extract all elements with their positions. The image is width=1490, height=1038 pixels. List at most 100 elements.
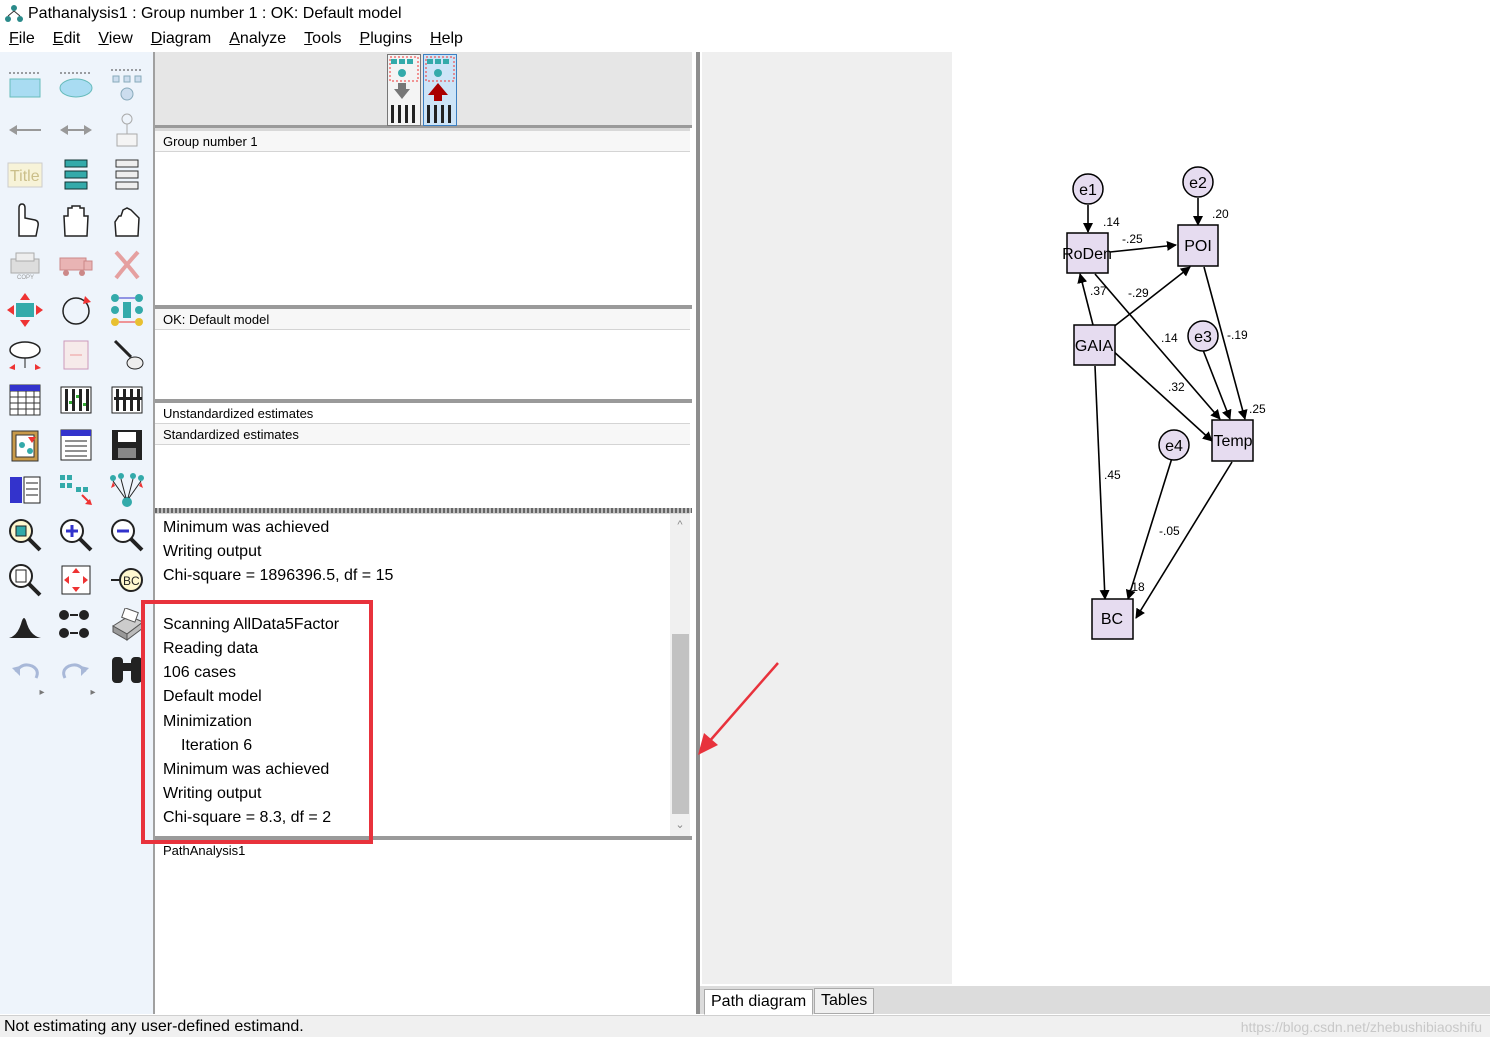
specification-search-icon[interactable] [107, 650, 147, 690]
view-switch-bar [155, 52, 692, 128]
log-line: Iteration 6 [181, 736, 253, 754]
single-arrow-icon[interactable] [5, 110, 45, 150]
model-item[interactable]: OK: Default model [155, 309, 690, 330]
estimate-item-standardized[interactable]: Standardized estimates [155, 424, 690, 445]
coef-label: .18 [1128, 580, 1145, 594]
move-parameter-icon[interactable] [5, 335, 45, 375]
menu-bar: File Edit View Diagram Analyze Tools Plu… [0, 28, 1490, 50]
title-tool-label: Title [10, 168, 40, 185]
list-variables-icon[interactable] [56, 155, 96, 195]
fit-page-icon[interactable] [56, 560, 96, 600]
coef-label: .14 [1161, 331, 1178, 345]
log-line: Reading data [163, 640, 259, 657]
zoom-area-icon[interactable] [5, 515, 45, 555]
log-line: Minimum was achieved [163, 519, 330, 536]
amos-app-icon [5, 5, 23, 22]
zoom-out-icon[interactable] [107, 515, 147, 555]
file-item[interactable]: PathAnalysis1 [155, 840, 690, 861]
path-gaia-roden [1077, 273, 1094, 326]
data-files-icon[interactable] [5, 380, 45, 420]
menu-help[interactable]: Help [430, 30, 463, 48]
canvas-tabs: Path diagram Tables [696, 986, 1490, 1015]
toolbox-expand-right-icon[interactable]: ▸ [73, 682, 113, 702]
move-icon[interactable] [56, 245, 96, 285]
copy-clipboard-icon[interactable] [5, 425, 45, 465]
coef-label: .20 [1212, 207, 1229, 221]
error-label-e1: e1 [1079, 182, 1097, 199]
menu-analyze[interactable]: Analyze [229, 30, 286, 48]
estimate-item-unstandardized[interactable]: Unstandardized estimates [155, 403, 690, 424]
scroll-thumb[interactable] [672, 634, 689, 814]
double-arrow-icon[interactable] [56, 110, 96, 150]
error-label-e3: e3 [1194, 329, 1212, 346]
node-label-gaia: GAIA [1075, 338, 1114, 355]
status-bar: Not estimating any user-defined estimand… [0, 1015, 1490, 1037]
view-output-button[interactable] [423, 54, 457, 126]
coef-label: -.05 [1159, 524, 1180, 538]
rectangle-icon[interactable] [5, 66, 45, 106]
model-panel: Group number 1 OK: Default model Unstand… [153, 52, 692, 1014]
coef-label: .32 [1168, 380, 1185, 394]
copy-icon[interactable]: COPY [5, 245, 45, 285]
title-bar: Pathanalysis1 : Group number 1 : OK: Def… [0, 0, 1490, 28]
status-text: Not estimating any user-defined estimand… [4, 1018, 304, 1035]
ellipse-icon[interactable] [56, 66, 96, 106]
erase-icon[interactable] [107, 245, 147, 285]
menu-diagram[interactable]: Diagram [151, 30, 211, 48]
view-input-button[interactable] [387, 54, 421, 126]
node-label-temp: Temp [1213, 433, 1252, 450]
loupe-icon[interactable]: BC [107, 560, 147, 600]
preserve-symmetry-icon[interactable] [107, 470, 147, 510]
menu-plugins[interactable]: Plugins [360, 30, 412, 48]
resize-icon[interactable] [5, 290, 45, 330]
multiple-group-icon[interactable] [56, 605, 96, 645]
reflect-icon[interactable] [107, 290, 147, 330]
title-icon[interactable]: Title [5, 155, 45, 195]
log-line: Scanning AllData5Factor [163, 615, 340, 633]
coef-label: .37 [1090, 284, 1107, 298]
menu-view[interactable]: View [98, 30, 132, 48]
tab-path-diagram[interactable]: Path diagram [704, 989, 814, 1015]
bayesian-icon[interactable] [5, 605, 45, 645]
calculate-estimates-icon[interactable] [107, 380, 147, 420]
toolbox-expand-left-icon[interactable]: ▸ [22, 682, 62, 702]
coef-label: -.19 [1227, 328, 1248, 342]
path-gaia-temp [1111, 349, 1213, 442]
list-dataset-icon[interactable] [107, 155, 147, 195]
object-properties-icon[interactable] [5, 470, 45, 510]
path-e3-temp [1202, 349, 1232, 420]
select-one-icon[interactable] [5, 200, 45, 240]
group-item[interactable]: Group number 1 [155, 131, 690, 152]
menu-tools[interactable]: Tools [304, 30, 341, 48]
menu-edit[interactable]: Edit [53, 30, 81, 48]
deselect-all-icon[interactable] [107, 200, 147, 240]
window-title: Pathanalysis1 : Group number 1 : OK: Def… [28, 5, 402, 22]
analysis-properties-icon[interactable] [56, 380, 96, 420]
menu-file[interactable]: File [9, 30, 35, 48]
coef-label: .25 [1249, 402, 1266, 416]
path-gaia-poi [1111, 266, 1191, 329]
drag-properties-icon[interactable] [56, 470, 96, 510]
touch-up-icon[interactable] [107, 335, 147, 375]
log-scrollbar[interactable]: ^ ⌄ [670, 514, 690, 836]
zoom-in-icon[interactable] [56, 515, 96, 555]
indicator-icon[interactable] [107, 66, 147, 106]
path-diagram-canvas[interactable]: e1 e2 e3 e4 RoDen POI GAIA Temp BC .14 -… [696, 52, 1490, 986]
svg-text:BC: BC [123, 574, 140, 588]
scroll-down-icon[interactable]: ⌄ [670, 816, 690, 834]
log-line: Chi-square = 1896396.5, df = 15 [163, 567, 394, 585]
log-line: Chi-square = 8.3, df = 2 [163, 809, 332, 827]
unique-variable-icon[interactable] [107, 110, 147, 150]
view-text-icon[interactable] [56, 425, 96, 465]
scroll-icon[interactable] [56, 335, 96, 375]
tab-tables[interactable]: Tables [814, 988, 875, 1014]
zoom-page-icon[interactable] [5, 560, 45, 600]
rotate-icon[interactable] [56, 290, 96, 330]
watermark-text: https://blog.csdn.net/zhebushibiaoshifu [1240, 1019, 1482, 1035]
select-all-icon[interactable] [56, 200, 96, 240]
scroll-up-icon[interactable]: ^ [670, 516, 690, 534]
annotation-arrow [698, 662, 779, 755]
print-icon[interactable] [107, 605, 147, 645]
coef-label: .45 [1104, 468, 1121, 482]
save-icon[interactable] [107, 425, 147, 465]
